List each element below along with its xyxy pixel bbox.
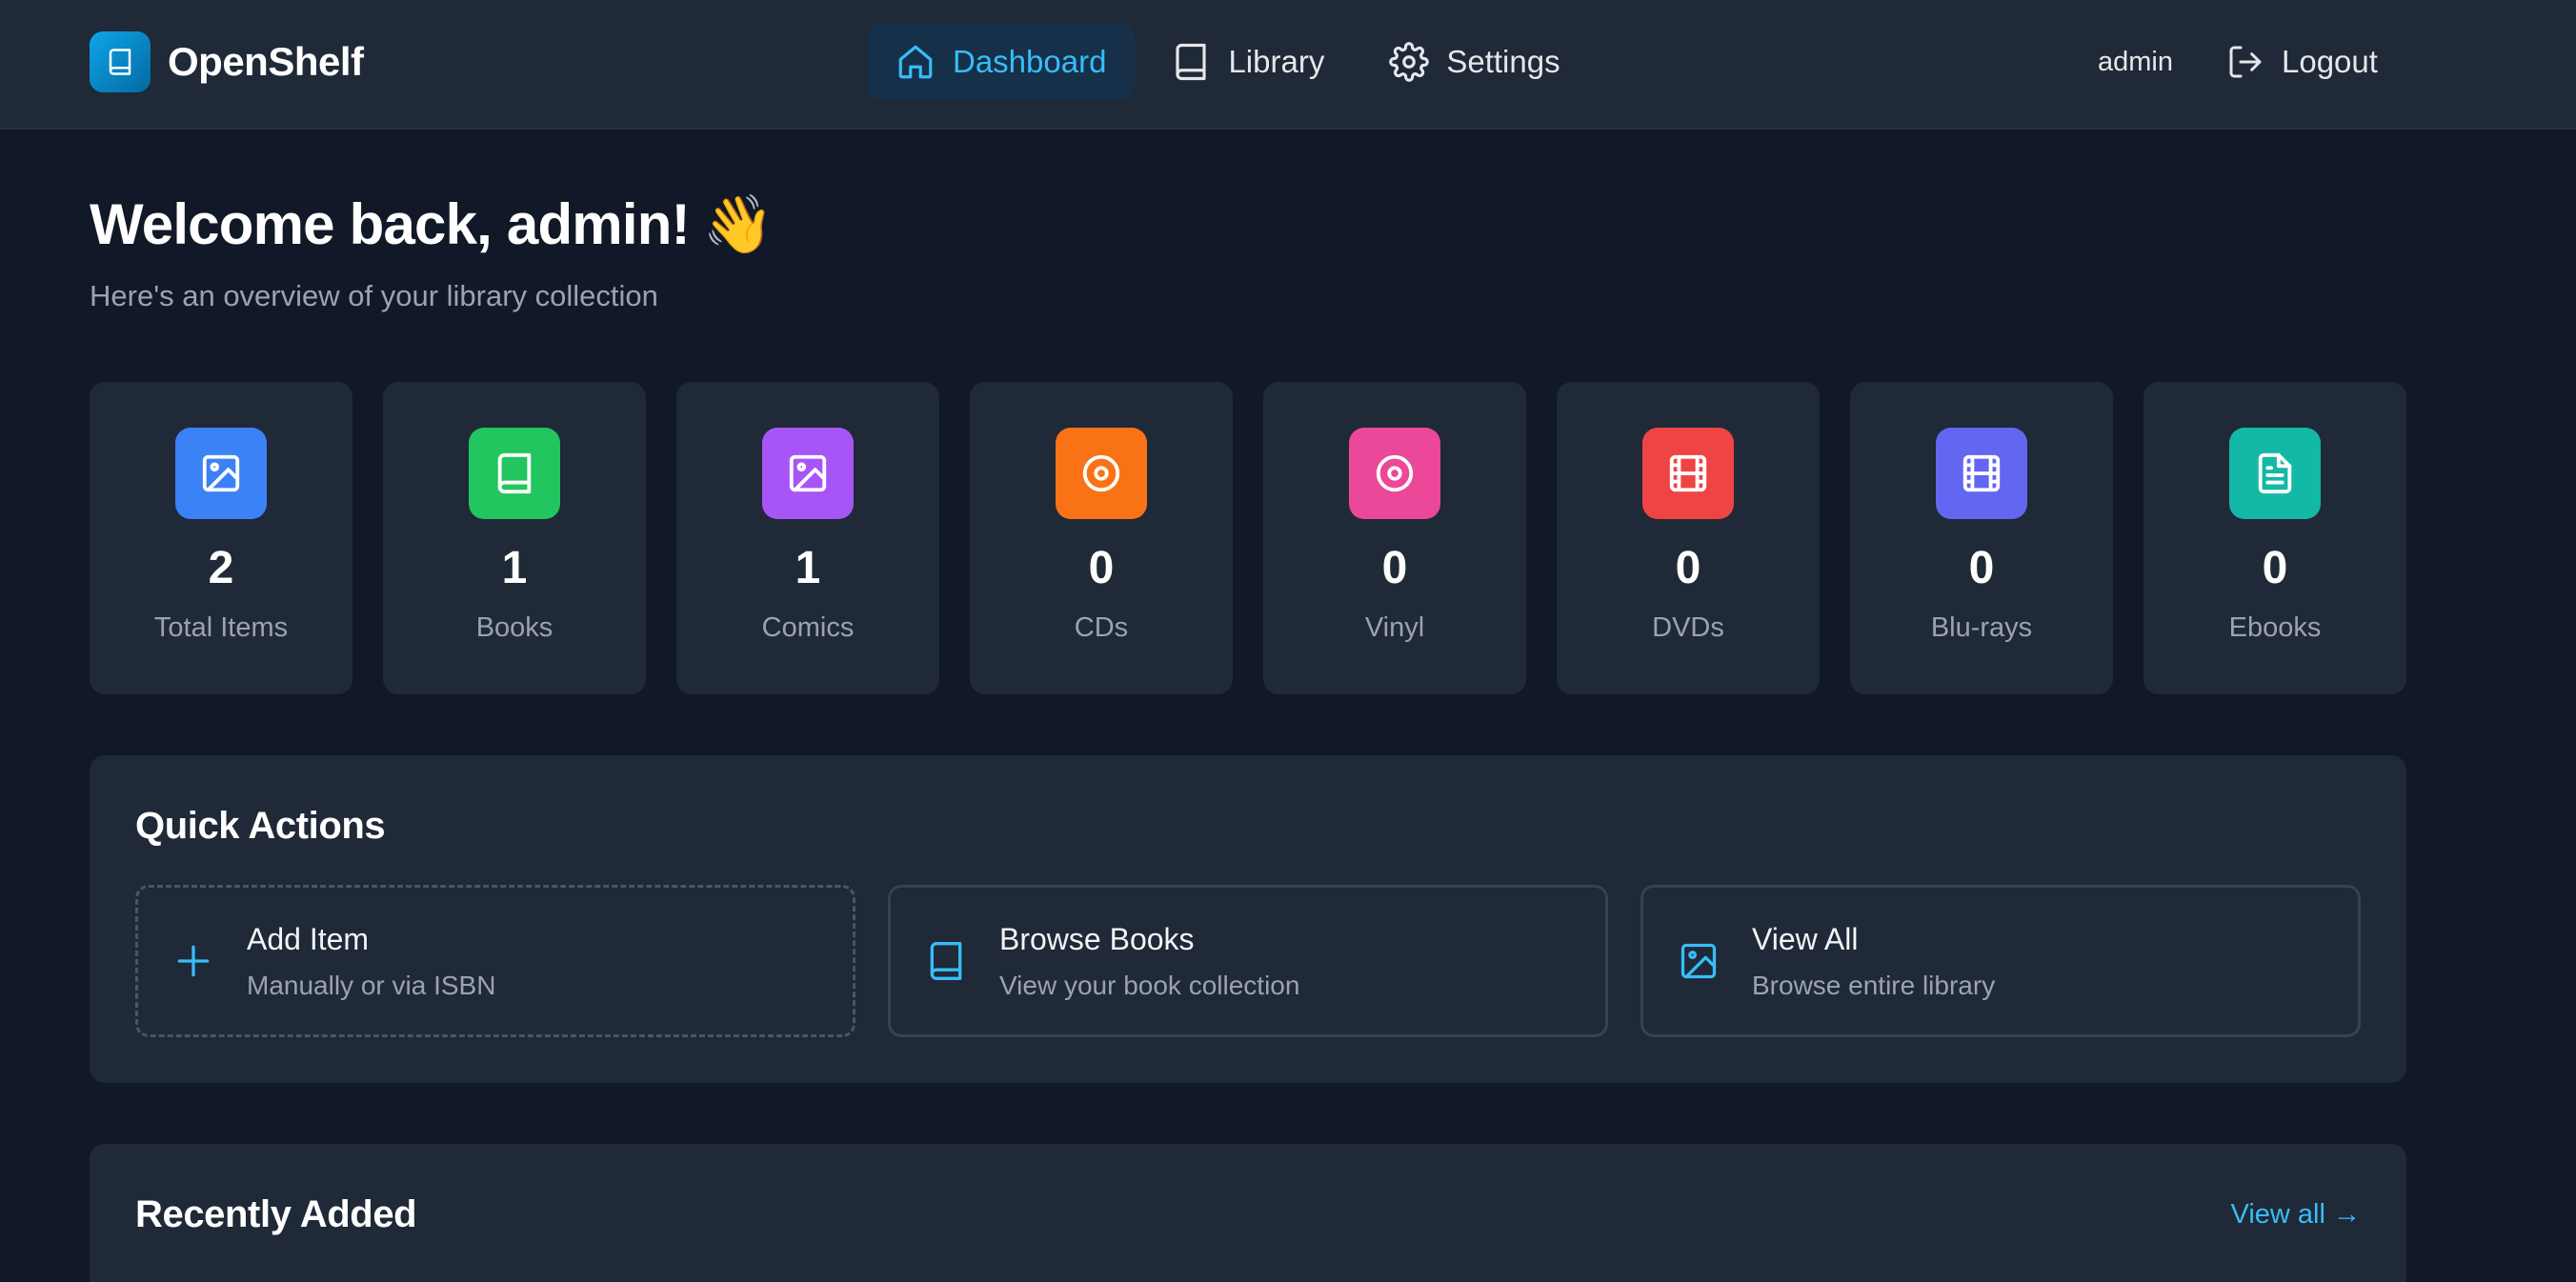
welcome-section: Welcome back, admin! 👋 Here's an overvie… [90, 190, 774, 313]
stat-label: Blu-rays [1930, 612, 2033, 643]
disc-icon [1056, 428, 1147, 519]
action-title: Add Item [247, 921, 370, 956]
stat-card-cds[interactable]: 0 CDs [970, 382, 1233, 694]
stat-card-ebooks[interactable]: 0 Ebooks [2143, 382, 2406, 694]
film-icon [1642, 428, 1734, 519]
film-icon [1936, 428, 2027, 519]
image-icon [762, 428, 854, 519]
nav-item-dashboard[interactable]: Dashboard [867, 24, 1136, 100]
disc-icon [1349, 428, 1440, 519]
brand[interactable]: OpenShelf [90, 31, 364, 92]
stat-label: CDs [1074, 612, 1129, 643]
stat-value: 0 [1088, 543, 1115, 593]
logout-label: Logout [2282, 44, 2378, 79]
action-title: Browse Books [999, 921, 1195, 956]
home-icon [898, 45, 933, 79]
stat-card-comics[interactable]: 1 Comics [676, 382, 939, 694]
action-subtitle: Manually or via ISBN [247, 970, 496, 1000]
nav-item-label: Library [1228, 44, 1325, 79]
plus-icon [177, 945, 210, 977]
logout-icon [2229, 46, 2262, 78]
action-title: View All [1752, 921, 1859, 956]
stat-card-blu-rays[interactable]: 0 Blu-rays [1850, 382, 2113, 694]
recently-added-title: Recently Added [135, 1193, 417, 1235]
stat-label: DVDs [1652, 612, 1724, 643]
welcome-title: Welcome back, admin! [90, 192, 691, 256]
quick-actions-title: Quick Actions [135, 805, 386, 847]
stat-card-dvds[interactable]: 0 DVDs [1557, 382, 1820, 694]
stat-value: 2 [208, 543, 234, 593]
stat-label: Total Items [153, 612, 289, 643]
stat-label: Comics [761, 612, 855, 643]
stat-label: Books [475, 612, 553, 643]
book-icon [1176, 43, 1207, 81]
main-nav: Dashboard Library Settings [867, 24, 1589, 100]
view-all-link[interactable]: View all → [2231, 1199, 2361, 1231]
username: admin [2098, 46, 2173, 77]
page-title: Welcome back, admin! 👋 [90, 190, 774, 258]
waving-hand-emoji: 👋 [702, 192, 775, 256]
book-icon [469, 428, 560, 519]
stat-value: 0 [1675, 543, 1701, 593]
user-area: admin Logout [2098, 24, 2378, 100]
browse-books-button[interactable]: Browse Books View your book collection [888, 885, 1608, 1037]
action-subtitle: Browse entire library [1752, 970, 1996, 1000]
nav-item-label: Settings [1446, 44, 1560, 79]
image-icon [1680, 943, 1717, 979]
nav-item-settings[interactable]: Settings [1360, 24, 1588, 100]
quick-actions-list: Add Item Manually or via ISBN Browse Boo… [135, 885, 2361, 1037]
logout-button[interactable]: Logout [2226, 43, 2378, 81]
stat-value: 1 [501, 543, 528, 593]
book-icon [930, 942, 962, 980]
top-navbar: OpenShelf Dashboard Library Settings adm… [0, 0, 2576, 130]
image-icon [175, 428, 267, 519]
stat-value: 0 [1968, 543, 1995, 593]
gear-icon [1389, 42, 1430, 82]
quick-actions-panel: Quick Actions Add Item Manually or via I… [90, 755, 2406, 1083]
stat-value: 0 [1381, 543, 1408, 593]
stat-card-books[interactable]: 1 Books [383, 382, 646, 694]
stat-label: Ebooks [2228, 612, 2322, 643]
welcome-subtitle: Here's an overview of your library colle… [90, 279, 658, 312]
stat-value: 0 [2262, 543, 2288, 593]
book-icon [90, 31, 151, 92]
nav-item-library[interactable]: Library [1142, 24, 1353, 100]
action-subtitle: View your book collection [999, 970, 1300, 1000]
stats-grid: 2 Total Items 1 Books 1 Comics 0 CDs 0 V… [90, 382, 2406, 694]
file-text-icon [2229, 428, 2321, 519]
nav-item-label: Dashboard [953, 44, 1107, 79]
add-item-button[interactable]: Add Item Manually or via ISBN [135, 885, 855, 1037]
stat-label: Vinyl [1364, 612, 1425, 643]
stat-card-total-items[interactable]: 2 Total Items [90, 382, 352, 694]
stat-card-vinyl[interactable]: 0 Vinyl [1263, 382, 1526, 694]
recently-added-panel: Recently Added View all → [90, 1144, 2406, 1282]
view-all-button[interactable]: View All Browse entire library [1640, 885, 2361, 1037]
stat-value: 1 [795, 543, 821, 593]
brand-name: OpenShelf [168, 39, 364, 84]
